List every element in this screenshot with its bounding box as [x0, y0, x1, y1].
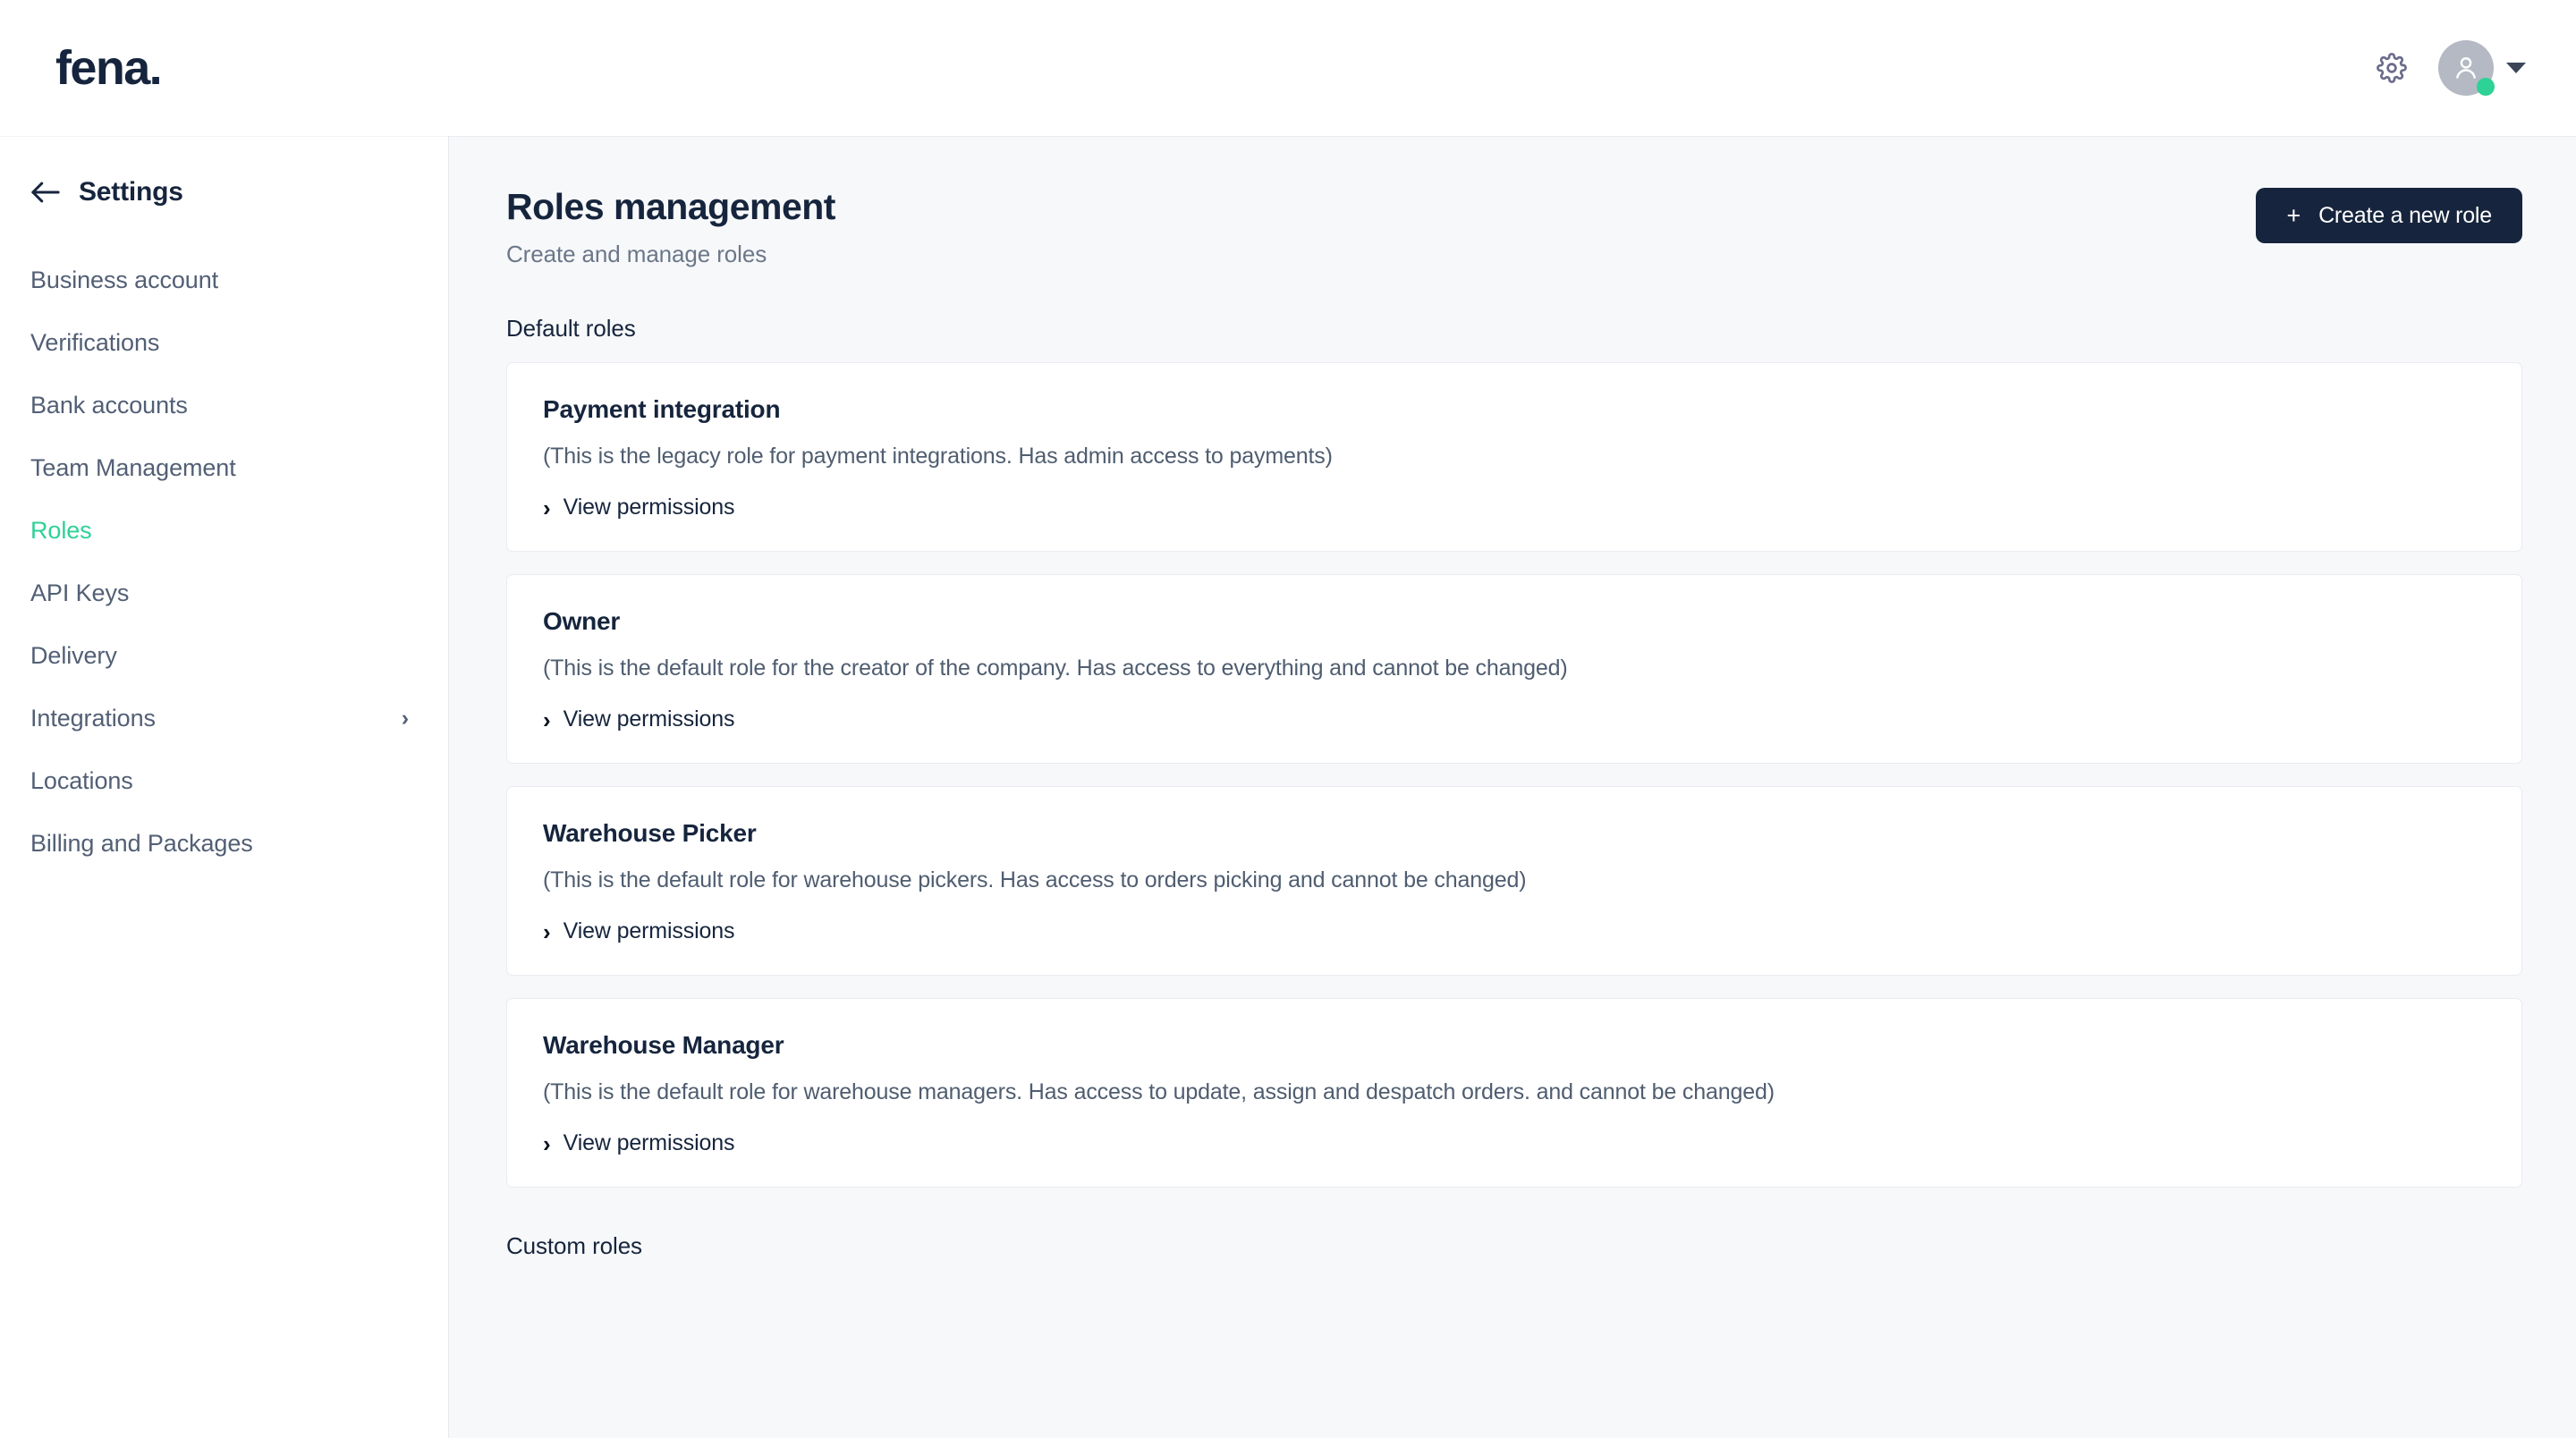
sidebar-item-label: Locations: [30, 766, 133, 794]
user-menu[interactable]: [2438, 40, 2526, 96]
role-name: Payment integration: [543, 395, 781, 424]
sidebar-item-label: Roles: [30, 516, 92, 544]
role-description: (This is the default role for warehouse …: [543, 867, 1527, 893]
arrow-left-icon[interactable]: [30, 181, 61, 204]
sidebar-item-label: Bank accounts: [30, 391, 188, 419]
view-permissions-label: View permissions: [563, 706, 735, 732]
sidebar-title: Settings: [79, 177, 183, 207]
view-permissions-label: View permissions: [563, 495, 735, 520]
page-title: Roles management: [506, 186, 835, 227]
sidebar-item-team-management[interactable]: Team Management: [0, 436, 448, 499]
main-content: Roles management Create and manage roles…: [449, 136, 2576, 1438]
sidebar-nav: Business account Verifications Bank acco…: [0, 249, 448, 875]
sidebar-item-api-keys[interactable]: API Keys: [0, 562, 448, 624]
sidebar-item-label: Delivery: [30, 641, 117, 669]
person-icon: [2456, 57, 2476, 79]
role-card: Warehouse Picker (This is the default ro…: [506, 786, 2522, 977]
brand-logo: fena.: [55, 41, 163, 95]
view-permissions-toggle[interactable]: › View permissions: [543, 1130, 734, 1156]
page-layout: Settings Business account Verifications …: [0, 136, 2576, 1438]
role-name: Warehouse Picker: [543, 819, 757, 848]
view-permissions-toggle[interactable]: › View permissions: [543, 706, 734, 732]
header-actions: [2372, 40, 2526, 96]
view-permissions-label: View permissions: [563, 1130, 735, 1156]
role-description: (This is the legacy role for payment int…: [543, 444, 1333, 469]
sidebar-item-locations[interactable]: Locations: [0, 749, 448, 812]
chevron-right-icon: ›: [543, 1129, 551, 1157]
sidebar-item-label: Business account: [30, 266, 219, 293]
status-badge: [2477, 78, 2495, 96]
sidebar-back-button[interactable]: Settings: [0, 177, 448, 207]
sidebar-item-delivery[interactable]: Delivery: [0, 624, 448, 687]
sidebar-item-label: API Keys: [30, 579, 130, 606]
sidebar-item-label: Integrations: [30, 704, 156, 732]
role-card: Payment integration (This is the legacy …: [506, 362, 2522, 553]
avatar[interactable]: [2438, 40, 2495, 96]
role-description: (This is the default role for warehouse …: [543, 1079, 1775, 1105]
page-title-group: Roles management Create and manage roles: [506, 186, 835, 268]
custom-roles-label: Custom roles: [506, 1232, 642, 1260]
sidebar-item-roles[interactable]: Roles: [0, 499, 448, 562]
role-name: Owner: [543, 607, 621, 636]
default-roles-label: Default roles: [506, 315, 636, 343]
chevron-down-icon[interactable]: [2506, 63, 2526, 73]
create-role-label: Create a new role: [2318, 202, 2492, 228]
sidebar-item-verifications[interactable]: Verifications: [0, 311, 448, 374]
sidebar-item-billing-and-packages[interactable]: Billing and Packages: [0, 812, 448, 875]
chevron-right-icon: ›: [543, 918, 551, 945]
view-permissions-toggle[interactable]: › View permissions: [543, 918, 734, 944]
chevron-right-icon: ›: [543, 494, 551, 521]
sidebar-item-bank-accounts[interactable]: Bank accounts: [0, 374, 448, 436]
plus-icon: +: [2286, 201, 2301, 229]
chevron-right-icon[interactable]: ›: [402, 706, 409, 730]
page-header: Roles management Create and manage roles…: [506, 186, 2522, 268]
chevron-right-icon: ›: [543, 706, 551, 733]
sidebar-item-label: Team Management: [30, 453, 236, 481]
app-header: fena.: [0, 0, 2576, 136]
sidebar-item-integrations[interactable]: Integrations ›: [0, 687, 448, 749]
role-card: Warehouse Manager (This is the default r…: [506, 998, 2522, 1188]
sidebar-item-label: Verifications: [30, 328, 160, 356]
role-card: Owner (This is the default role for the …: [506, 574, 2522, 765]
role-name: Warehouse Manager: [543, 1031, 784, 1060]
view-permissions-toggle[interactable]: › View permissions: [543, 495, 734, 520]
sidebar-item-business-account[interactable]: Business account: [0, 249, 448, 311]
role-description: (This is the default role for the creato…: [543, 656, 1568, 681]
create-a-new-role-button[interactable]: + Create a new role: [2256, 188, 2522, 243]
settings-sidebar: Settings Business account Verifications …: [0, 136, 449, 1438]
default-roles-list: Payment integration (This is the legacy …: [506, 362, 2522, 1188]
sidebar-item-label: Billing and Packages: [30, 829, 253, 857]
view-permissions-label: View permissions: [563, 918, 735, 944]
page-subtitle: Create and manage roles: [506, 241, 767, 268]
gear-icon[interactable]: [2372, 48, 2411, 88]
